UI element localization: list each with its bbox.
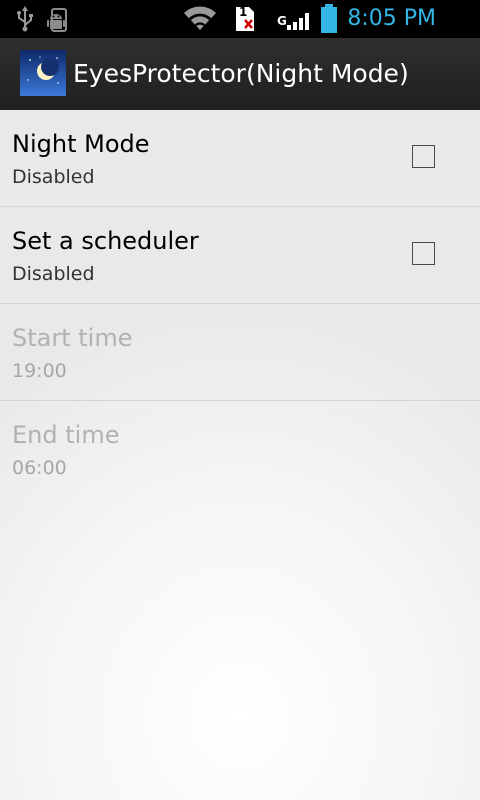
scheduler-preference[interactable]: Set a scheduler Disabled (0, 207, 480, 304)
night-mode-preference[interactable]: Night Mode Disabled (0, 110, 480, 207)
action-bar: EyesProtector(Night Mode) (0, 38, 480, 110)
battery-icon (321, 4, 337, 33)
preference-summary: Disabled (12, 263, 95, 285)
preferences-list: Night Mode Disabled Set a scheduler Disa… (0, 110, 480, 800)
wifi-icon (184, 6, 216, 30)
signal-icon: G (277, 10, 313, 32)
scheduler-checkbox[interactable] (412, 242, 435, 265)
preference-title: Set a scheduler (12, 227, 199, 255)
preference-title: End time (12, 421, 120, 449)
status-bar: 1 G 8:05 PM (0, 0, 480, 38)
preference-title: Start time (12, 324, 133, 352)
night-mode-checkbox[interactable] (412, 145, 435, 168)
app-title: EyesProtector(Night Mode) (73, 59, 409, 88)
usb-icon (17, 6, 33, 32)
preference-summary: 19:00 (12, 360, 67, 382)
preference-summary: Disabled (12, 166, 95, 188)
sim-error-icon: 1 (235, 5, 255, 32)
preference-title: Night Mode (12, 130, 150, 158)
end-time-preference: End time 06:00 (0, 401, 480, 497)
night-moon-app-icon[interactable] (20, 50, 66, 96)
sim-slot-label: 1 (239, 5, 248, 19)
preference-summary: 06:00 (12, 457, 67, 479)
android-debug-icon (47, 8, 67, 32)
start-time-preference: Start time 19:00 (0, 304, 480, 401)
status-clock: 8:05 PM (347, 6, 436, 31)
